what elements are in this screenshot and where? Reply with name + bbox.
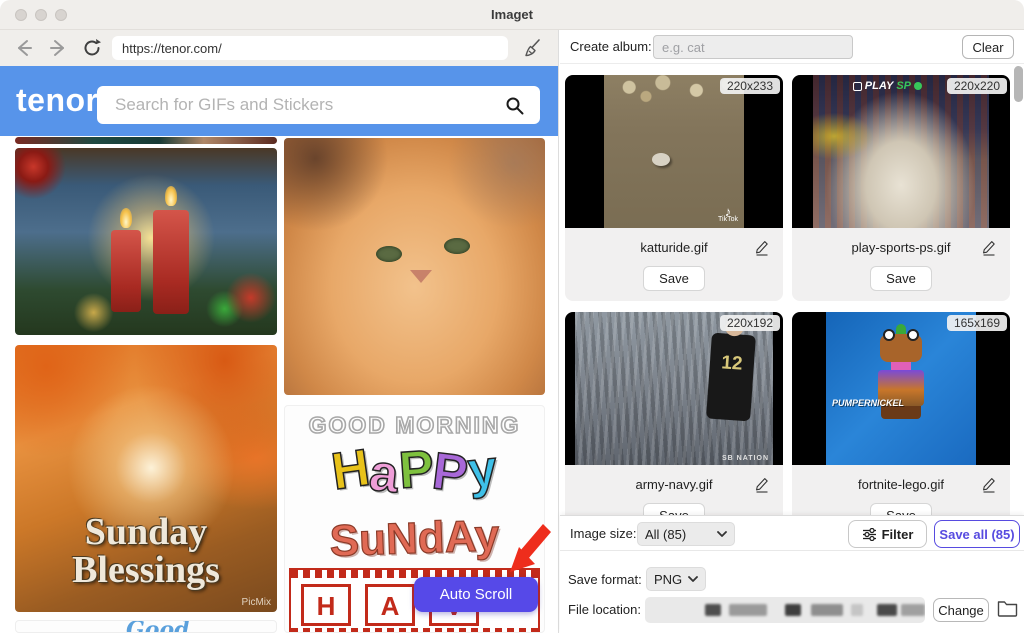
browser-pane: tenor Sunday bbox=[0, 30, 559, 633]
image-card: PLAY SP 220x220 play-sports-ps.gif Save bbox=[792, 75, 1010, 301]
gif-preview-army-navy: 12 SB NATION bbox=[575, 312, 773, 465]
tiktok-watermark: ♪ TikTok bbox=[718, 204, 738, 223]
edit-filename-icon[interactable] bbox=[754, 239, 769, 256]
save-all-button[interactable]: Save all (85) bbox=[934, 520, 1020, 548]
create-album-label: Create album: bbox=[570, 39, 652, 54]
folder-icon[interactable] bbox=[997, 598, 1018, 617]
reload-icon[interactable] bbox=[82, 38, 102, 58]
image-card: 12 SB NATION 220x192 army-navy.gif Save bbox=[565, 312, 783, 515]
save-format-label: Save format: bbox=[568, 572, 642, 587]
divider bbox=[560, 550, 1024, 551]
filter-sliders-icon bbox=[862, 527, 876, 541]
fan-shape: 12 bbox=[706, 332, 756, 422]
logo-box-icon bbox=[852, 81, 862, 91]
gif-grid: Sunday Blessings PicMix Good GOOD MORNIN… bbox=[0, 136, 558, 633]
picmix-watermark: PicMix bbox=[241, 597, 271, 608]
tenor-logo[interactable]: tenor bbox=[16, 82, 99, 119]
candle-shape bbox=[111, 230, 141, 312]
image-card: ♪ TikTok 220x233 katturide.gif Save bbox=[565, 75, 783, 301]
filename-label: katturide.gif bbox=[640, 240, 708, 255]
gif-preview-play-sports bbox=[813, 75, 989, 228]
search-icon[interactable] bbox=[505, 96, 525, 116]
save-button[interactable]: Save bbox=[870, 266, 932, 291]
bottom-controls: Image size: All (85) Filter Save all (85… bbox=[560, 515, 1024, 633]
gif-thumbnail-christmas-candles[interactable] bbox=[15, 148, 277, 335]
flame-shape bbox=[165, 186, 177, 206]
dimensions-badge: 220x220 bbox=[946, 78, 1007, 94]
clear-button[interactable]: Clear bbox=[962, 35, 1014, 59]
file-location-field bbox=[645, 597, 925, 623]
gif-thumbnail-sunday-blessings[interactable]: Sunday Blessings PicMix bbox=[15, 345, 277, 612]
filter-button[interactable]: Filter bbox=[848, 520, 927, 548]
filename-label: fortnite-lego.gif bbox=[858, 477, 944, 492]
edit-filename-icon[interactable] bbox=[754, 476, 769, 493]
cat-blob-shape bbox=[652, 153, 670, 166]
change-location-button[interactable]: Change bbox=[933, 598, 989, 622]
tenor-search-input[interactable] bbox=[97, 86, 540, 124]
cat-nose-shape bbox=[410, 270, 432, 283]
filename-label: army-navy.gif bbox=[635, 477, 713, 492]
dimensions-badge: 220x192 bbox=[719, 315, 780, 331]
scrollbar-thumb[interactable] bbox=[1014, 66, 1023, 102]
save-button[interactable]: Save bbox=[643, 266, 705, 291]
logo-dot-icon bbox=[914, 82, 922, 90]
imaget-panel: Create album: Clear ♪TikTok 220x233 katt… bbox=[560, 30, 1024, 633]
good-morning-text: GOOD MORNING bbox=[308, 411, 521, 439]
create-album-input[interactable] bbox=[653, 35, 853, 59]
sunday-blessings-text: Sunday Blessings bbox=[72, 511, 220, 591]
gif-preview-katturide: ♪ TikTok bbox=[604, 75, 744, 228]
app-window: Imaget tenor bbox=[0, 0, 1024, 633]
browser-navbar bbox=[0, 30, 558, 66]
auto-scroll-button[interactable]: Auto Scroll bbox=[414, 577, 538, 612]
dimensions-badge: 165x169 bbox=[946, 315, 1007, 331]
playsports-logo: PLAY SP bbox=[852, 80, 922, 92]
captured-images-list: ♪ TikTok 220x233 katturide.gif Save PLAY… bbox=[560, 64, 1024, 515]
image-size-label: Image size: bbox=[570, 526, 637, 541]
cat-eye-shape bbox=[444, 238, 470, 254]
pumpernickel-caption: PUMPERNICKEL bbox=[832, 398, 905, 408]
edit-filename-icon[interactable] bbox=[981, 476, 996, 493]
chevron-down-icon bbox=[717, 531, 727, 537]
tenor-header: tenor bbox=[0, 66, 558, 136]
edit-filename-icon[interactable] bbox=[981, 239, 996, 256]
save-button[interactable]: Save bbox=[643, 503, 705, 515]
strip-letter: H bbox=[301, 584, 351, 626]
flame-shape bbox=[120, 208, 132, 228]
card-image: PLAY SP 220x220 bbox=[792, 75, 1010, 228]
card-image: ♪ TikTok 220x233 bbox=[565, 75, 783, 228]
titlebar: Imaget bbox=[0, 0, 1024, 30]
cat-eye-shape bbox=[376, 246, 402, 262]
filename-label: play-sports-ps.gif bbox=[851, 240, 951, 255]
image-size-select[interactable]: All (85) bbox=[637, 522, 735, 546]
save-button[interactable]: Save bbox=[870, 503, 932, 515]
forward-icon[interactable] bbox=[48, 38, 68, 58]
gif-preview-fortnite-lego: PUMPERNICKEL bbox=[826, 312, 976, 465]
happy-text: HaPPy bbox=[328, 438, 501, 505]
clean-broom-icon[interactable] bbox=[522, 37, 544, 59]
red-arrow-annotation bbox=[510, 524, 551, 572]
chevron-down-icon bbox=[688, 576, 698, 582]
candle-shape bbox=[153, 210, 189, 314]
script-word: Good bbox=[126, 620, 190, 633]
card-image: 12 SB NATION 220x192 bbox=[565, 312, 783, 465]
dimensions-badge: 220x233 bbox=[719, 78, 780, 94]
gif-thumbnail-partial-top[interactable] bbox=[15, 137, 277, 144]
gif-thumbnail-partial-bottom[interactable]: Good bbox=[15, 620, 277, 633]
gif-thumbnail-smiling-cat[interactable] bbox=[284, 138, 545, 395]
strip-letter: A bbox=[365, 584, 415, 626]
save-format-select[interactable]: PNG bbox=[646, 567, 706, 591]
file-location-label: File location: bbox=[568, 602, 641, 617]
album-bar: Create album: Clear bbox=[560, 30, 1024, 64]
sbnation-watermark: SB NATION bbox=[722, 455, 769, 462]
image-card: PUMPERNICKEL 165x169 fortnite-lego.gif S… bbox=[792, 312, 1010, 515]
card-image: PUMPERNICKEL 165x169 bbox=[792, 312, 1010, 465]
window-title: Imaget bbox=[491, 7, 533, 22]
back-icon[interactable] bbox=[14, 38, 34, 58]
url-input[interactable] bbox=[112, 36, 508, 60]
